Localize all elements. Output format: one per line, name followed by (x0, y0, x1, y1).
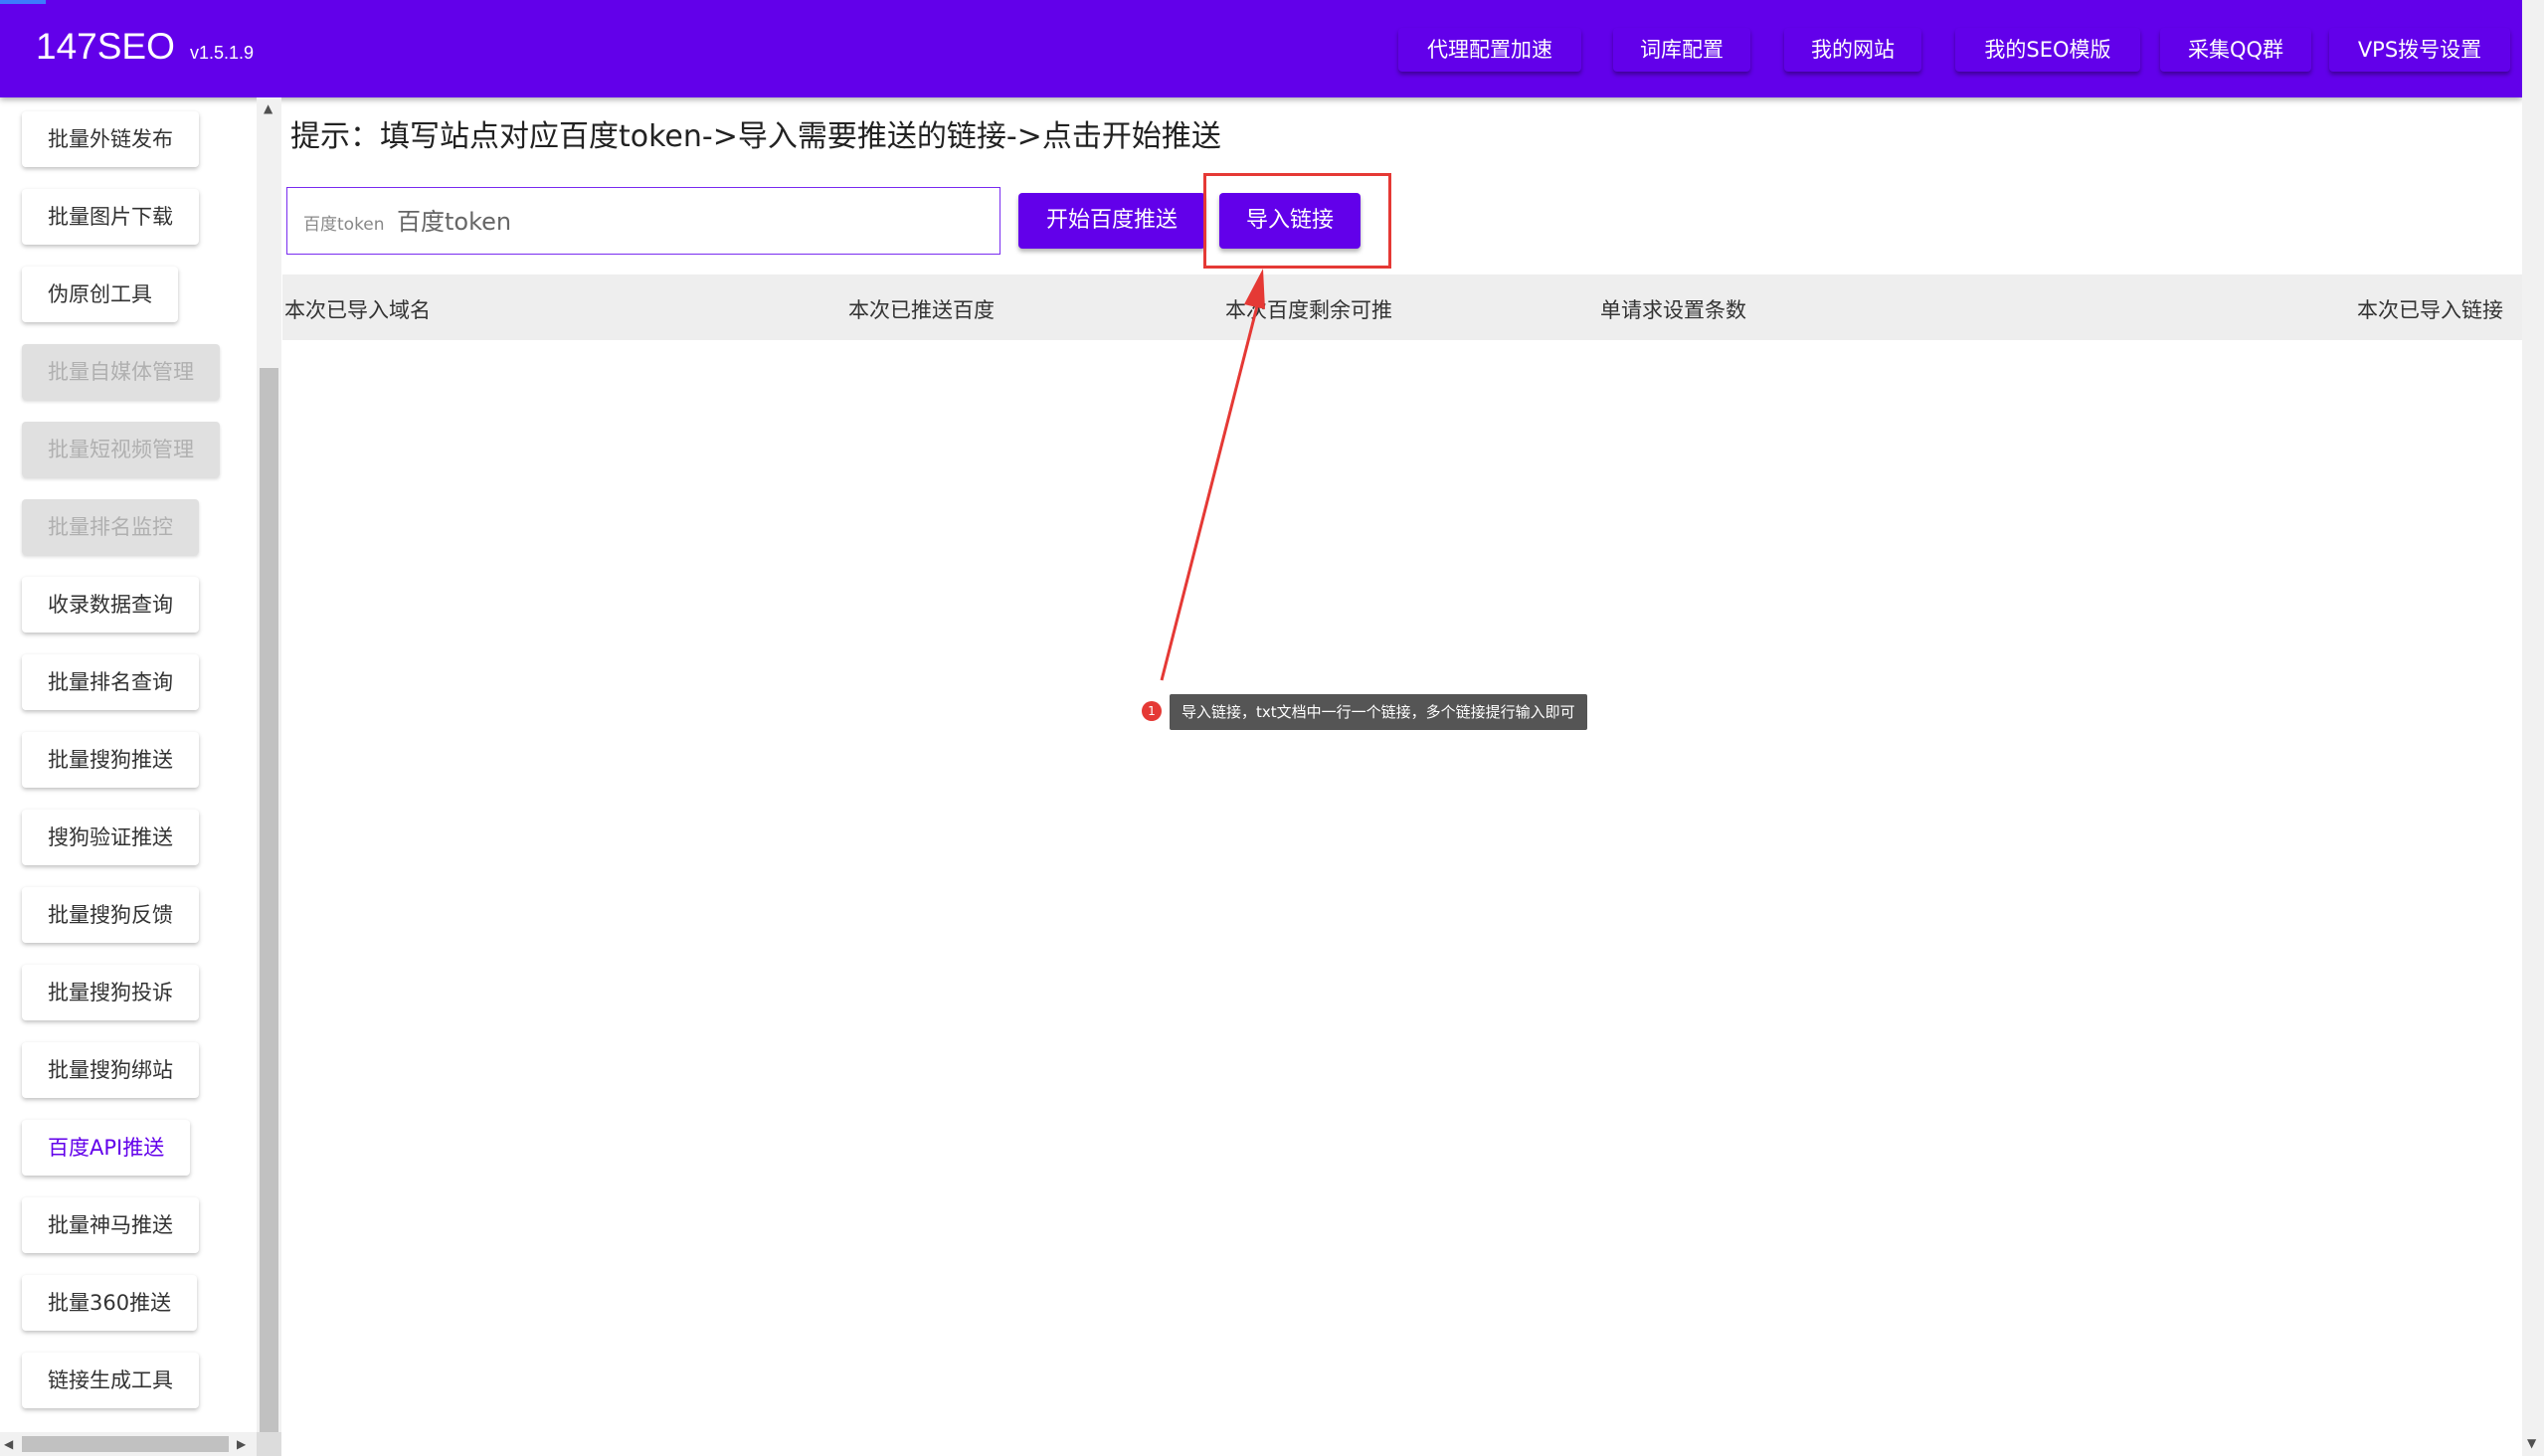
annotation-arrow-line (1160, 297, 1261, 681)
annotation-tooltip: 导入链接，txt文档中一行一个链接，多个链接提行输入即可 (1170, 694, 1587, 730)
page-scroll-down-arrow-icon[interactable]: ▼ (2527, 1436, 2536, 1450)
page-vertical-scrollbar[interactable]: ▼ (2522, 0, 2544, 1456)
annotation-marker: 1 (1142, 701, 1162, 721)
annotation-arrow-head (1244, 269, 1265, 309)
